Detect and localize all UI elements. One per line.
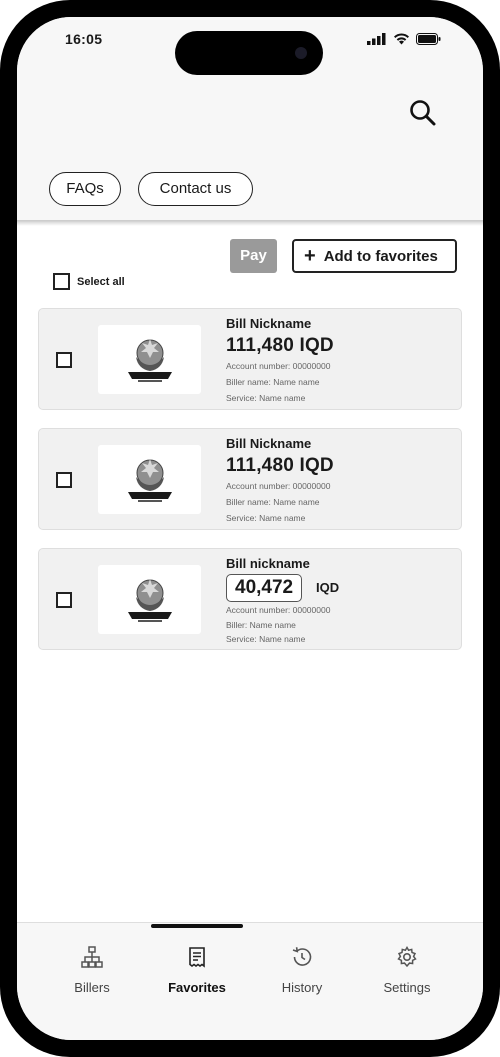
history-icon (292, 947, 312, 966)
home-indicator (151, 924, 243, 928)
biller-logo (98, 445, 201, 514)
emblem-icon (127, 578, 172, 622)
status-time: 16:05 (65, 31, 103, 47)
bill-card[interactable]: Bill Nickname 111,480 IQD Account number… (38, 428, 462, 530)
account-number: Account number: 00000000 (226, 481, 331, 491)
biller-logo (98, 565, 201, 634)
screen: 16:05 FAQs Contact us Pay + Add to favor… (17, 17, 483, 1040)
account-number: Account number: 00000000 (226, 361, 331, 371)
tab-label: Billers (74, 980, 110, 995)
signal-icon (367, 33, 386, 45)
receipt-icon (189, 947, 205, 968)
plus-icon: + (304, 245, 316, 267)
tab-label: Favorites (168, 980, 226, 995)
pay-button[interactable]: Pay (230, 239, 277, 273)
emblem-icon (127, 458, 172, 502)
search-icon (410, 100, 436, 126)
bill-nickname: Bill Nickname (226, 316, 312, 331)
select-all[interactable]: Select all (53, 273, 125, 290)
search-button[interactable] (407, 97, 439, 129)
dynamic-island (175, 31, 323, 75)
service-name: Service: Name name (226, 513, 306, 523)
select-all-checkbox[interactable] (53, 273, 70, 290)
header-divider (17, 220, 483, 226)
status-icons (367, 33, 441, 45)
sitemap-icon (81, 946, 103, 968)
biller-name: Biller name: Name name (226, 377, 320, 387)
bill-amount: 111,480 IQD (226, 455, 334, 476)
bill-card[interactable]: Bill Nickname 111,480 IQD Account number… (38, 308, 462, 410)
tab-billers[interactable]: Billers (37, 945, 147, 995)
battery-icon (416, 33, 441, 45)
gear-icon (397, 946, 417, 968)
emblem-icon (127, 338, 172, 382)
bill-checkbox[interactable] (56, 472, 72, 488)
bill-card[interactable]: Bill nickname 40,472 IQD Account number:… (38, 548, 462, 650)
biller-name: Biller name: Name name (226, 497, 320, 507)
select-all-label: Select all (77, 275, 125, 288)
camera-icon (295, 47, 307, 59)
bottom-navigation: Billers Favorites History Settings (17, 922, 483, 1040)
account-number: Account number: 00000000 (226, 605, 331, 615)
tab-favorites[interactable]: Favorites (142, 945, 252, 995)
phone-frame: 16:05 FAQs Contact us Pay + Add to favor… (0, 0, 500, 1057)
amount-input[interactable]: 40,472 (226, 574, 303, 602)
add-to-favorites-label: Add to favorites (323, 247, 438, 265)
faqs-button[interactable]: FAQs (49, 172, 121, 206)
tab-label: Settings (383, 980, 431, 995)
bill-nickname: Bill nickname (226, 556, 310, 571)
wifi-icon (394, 33, 409, 45)
service-name: Service: Name name (226, 634, 306, 644)
contact-us-button[interactable]: Contact us (138, 172, 253, 206)
tab-label: History (281, 980, 323, 995)
biller-logo (98, 325, 201, 394)
bill-checkbox[interactable] (56, 352, 72, 368)
amount-unit: IQD (316, 580, 340, 595)
tab-settings[interactable]: Settings (352, 945, 462, 995)
bill-checkbox[interactable] (56, 592, 72, 608)
add-to-favorites-button[interactable]: + Add to favorites (292, 239, 457, 273)
biller-name: Biller: Name name (226, 620, 296, 630)
service-name: Service: Name name (226, 393, 306, 403)
tab-history[interactable]: History (247, 945, 357, 995)
bill-amount: 111,480 IQD (226, 335, 334, 356)
bill-nickname: Bill Nickname (226, 436, 312, 451)
